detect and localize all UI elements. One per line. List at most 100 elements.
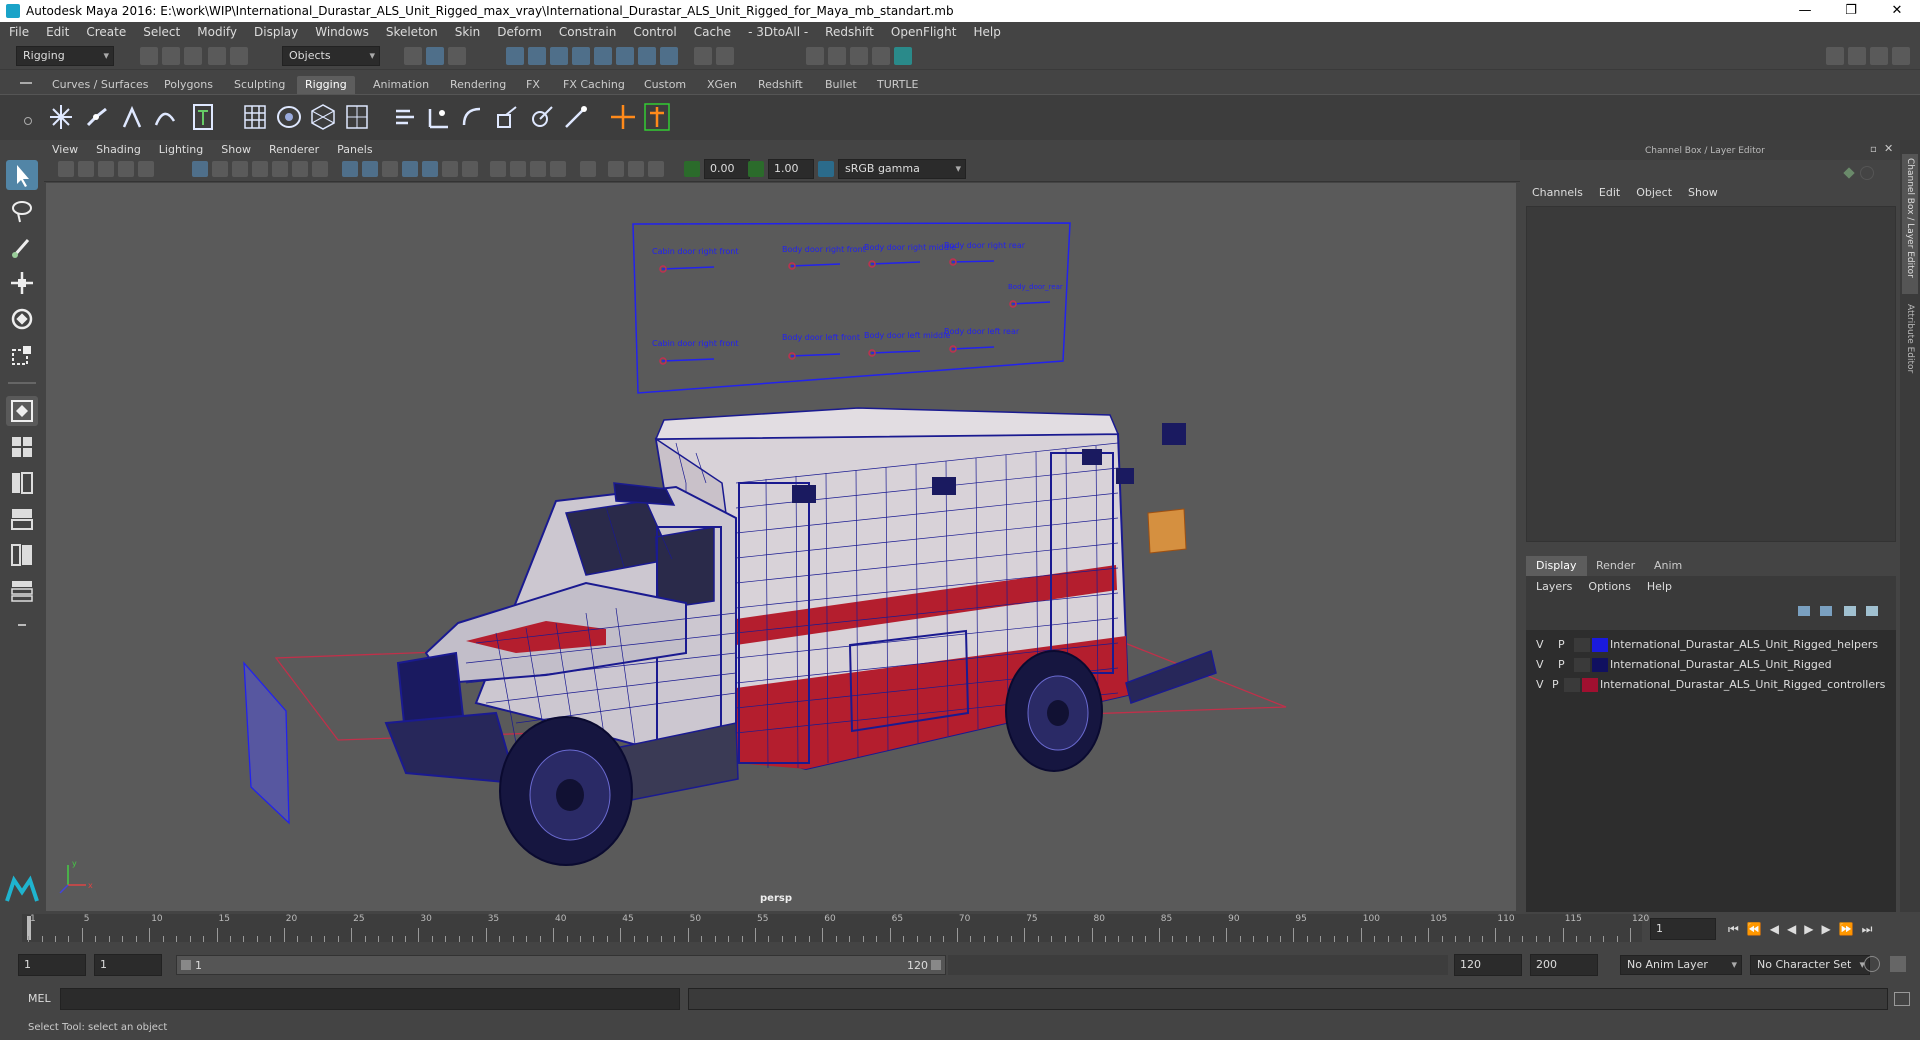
history-icon[interactable]	[660, 47, 678, 65]
select-camera-icon[interactable]	[58, 161, 74, 177]
layer-visibility-toggle[interactable]: V	[1536, 678, 1544, 691]
snap-grid-icon[interactable]	[506, 47, 524, 65]
layers-options-menu[interactable]: Options	[1588, 580, 1630, 593]
camera-attributes-icon[interactable]	[78, 161, 94, 177]
select-by-component-icon[interactable]	[448, 47, 466, 65]
layer-row[interactable]: V P International_Durastar_ALS_Unit_Rigg…	[1530, 636, 1900, 655]
paint-select-tool-icon[interactable]	[6, 232, 38, 262]
channel-box-pin-icon[interactable]	[1842, 166, 1856, 180]
undo-icon[interactable]	[208, 47, 226, 65]
xray-icon[interactable]	[608, 161, 624, 177]
anti-aliasing-icon[interactable]	[530, 161, 546, 177]
layer-visibility-toggle[interactable]: V	[1536, 638, 1544, 651]
range-end-handle[interactable]	[931, 960, 941, 970]
exposure-icon[interactable]	[684, 161, 700, 177]
layer-row[interactable]: V P International_Durastar_ALS_Unit_Rigg…	[1530, 676, 1900, 695]
minimize-button[interactable]: —	[1782, 0, 1828, 22]
persp-outliner-layout-icon[interactable]	[6, 468, 38, 498]
menu-skeleton[interactable]: Skeleton	[377, 25, 446, 39]
layer-playback-toggle[interactable]: P	[1558, 658, 1565, 671]
xray-active-components-icon[interactable]	[628, 161, 644, 177]
menu-control[interactable]: Control	[624, 25, 684, 39]
grid-toggle-icon[interactable]	[192, 161, 208, 177]
screen-space-ao-icon[interactable]	[490, 161, 506, 177]
use-all-lights-icon[interactable]	[442, 161, 458, 177]
motion-blur-icon[interactable]	[510, 161, 526, 177]
save-scene-icon[interactable]	[184, 47, 202, 65]
menu-create[interactable]: Create	[77, 25, 134, 39]
outliner-graph-layout-icon[interactable]	[6, 576, 38, 606]
channel-box-side-tab[interactable]: Channel Box / Layer Editor	[1902, 154, 1918, 294]
viewport-menu-panels[interactable]: Panels	[329, 143, 382, 156]
menu-help[interactable]: Help	[964, 25, 1008, 39]
tab-xgen[interactable]: XGen	[699, 76, 745, 94]
render-settings-icon[interactable]	[872, 47, 890, 65]
go-to-end-icon[interactable]: ⏭	[1862, 922, 1873, 937]
lasso-tool-icon[interactable]	[6, 196, 38, 226]
close-panel-icon[interactable]: ✕	[1884, 142, 1893, 155]
layer-name[interactable]: International_Durastar_ALS_Unit_Rigged_c…	[1600, 678, 1885, 691]
current-frame-field[interactable]: 1	[1650, 918, 1716, 940]
menu-select[interactable]: Select	[134, 25, 188, 39]
tab-bullet[interactable]: Bullet	[817, 76, 865, 94]
menuset-dropdown[interactable]: Rigging	[16, 46, 114, 66]
move-layer-up-icon[interactable]	[1798, 606, 1810, 616]
step-forward-frame-icon[interactable]: ▶	[1821, 922, 1830, 937]
wireframe-icon[interactable]	[342, 161, 358, 177]
viewport-menu-show[interactable]: Show	[213, 143, 261, 156]
auto-key-icon[interactable]	[1864, 956, 1880, 972]
tab-curves-surfaces[interactable]: Curves / Surfaces	[44, 76, 157, 94]
snap-point-icon[interactable]	[550, 47, 568, 65]
tab-animation[interactable]: Animation	[365, 76, 437, 94]
layout-options-icon[interactable]	[8, 616, 36, 634]
blend-shape-icon[interactable]	[308, 101, 338, 133]
layers-help-menu[interactable]: Help	[1647, 580, 1672, 593]
step-back-key-icon[interactable]: ⏪	[1747, 922, 1762, 937]
locator-icon[interactable]	[608, 101, 638, 133]
gamma-field[interactable]: 1.00	[768, 159, 814, 179]
snap-live-icon[interactable]	[594, 47, 612, 65]
script-editor-icon[interactable]	[1894, 992, 1910, 1006]
isolate-select-icon[interactable]	[580, 161, 596, 177]
float-panel-icon[interactable]: ▫	[1870, 144, 1877, 155]
ik-handle-icon[interactable]	[116, 101, 146, 133]
insert-joint-icon[interactable]	[82, 101, 112, 133]
pole-vector-icon[interactable]	[560, 101, 590, 133]
viewport-menu-renderer[interactable]: Renderer	[261, 143, 329, 156]
menu-cache[interactable]: Cache	[685, 25, 739, 39]
select-tool-icon[interactable]	[6, 160, 38, 190]
tab-fx[interactable]: FX	[518, 76, 548, 94]
layer-name[interactable]: International_Durastar_ALS_Unit_Rigged	[1610, 658, 1832, 671]
rotate-tool-icon[interactable]	[6, 304, 38, 334]
channel-list[interactable]	[1526, 206, 1896, 542]
film-gate-icon[interactable]	[212, 161, 228, 177]
menu-redshift[interactable]: Redshift	[816, 25, 882, 39]
select-mode-dropdown[interactable]: Objects	[282, 46, 380, 66]
time-slider[interactable]: 1 5 10 15 20 25 30 35 40 45 50 55 60 65 70 75 80 85 90 95 10…	[0, 912, 1920, 946]
character-set-dropdown[interactable]: No Character Set	[1750, 955, 1870, 975]
playback-start-field[interactable]: 1	[94, 954, 162, 976]
layer-playback-toggle[interactable]: P	[1558, 638, 1565, 651]
rear-wheel[interactable]	[1005, 650, 1103, 772]
move-layer-down-icon[interactable]	[1820, 606, 1832, 616]
new-layer-selected-icon[interactable]	[1866, 606, 1878, 616]
layer-type-box[interactable]	[1564, 678, 1580, 692]
viewport-menu-view[interactable]: View	[44, 143, 88, 156]
animation-end-field[interactable]: 200	[1530, 954, 1598, 976]
snap-view-plane-icon[interactable]	[572, 47, 590, 65]
layer-row[interactable]: V P International_Durastar_ALS_Unit_Rigg…	[1530, 656, 1900, 675]
tab-polygons[interactable]: Polygons	[156, 76, 221, 94]
depth-of-field-icon[interactable]	[550, 161, 566, 177]
snap-edge-icon[interactable]	[638, 47, 656, 65]
move-tool-icon[interactable]	[6, 268, 38, 298]
animation-preferences-icon[interactable]	[1890, 956, 1906, 972]
attribute-editor-side-tab[interactable]: Attribute Editor	[1902, 300, 1918, 400]
hypershade-icon[interactable]	[894, 47, 912, 65]
lock-icon[interactable]	[694, 47, 712, 65]
layer-color-swatch[interactable]	[1582, 678, 1598, 692]
play-backwards-icon[interactable]: ◀	[1787, 922, 1796, 937]
hypershade-persp-layout-icon[interactable]	[6, 540, 38, 570]
layer-playback-toggle[interactable]: P	[1552, 678, 1559, 691]
range-start-handle[interactable]	[181, 960, 191, 970]
select-by-hierarchy-icon[interactable]	[404, 47, 422, 65]
